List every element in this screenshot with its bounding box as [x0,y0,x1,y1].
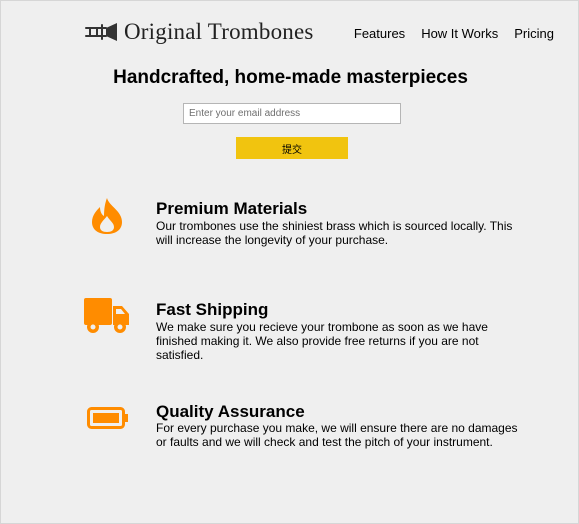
hero-title: Handcrafted, home-made masterpieces [113,67,468,88]
submit-button[interactable]: 提交 [236,137,348,159]
brand-logo[interactable]: Original Trombones [84,19,314,45]
trombone-icon [84,21,118,43]
site-header: Original Trombones Features How It Works… [1,1,579,65]
truck-icon [84,298,130,339]
nav-link-how-it-works[interactable]: How It Works [421,26,498,41]
feature-description: We make sure you recieve your trombone a… [156,320,488,362]
feature-description: For every purchase you make, we will ens… [156,421,518,449]
main-nav: Features How It Works Pricing [354,26,554,41]
nav-link-features[interactable]: Features [354,26,405,41]
battery-icon [87,407,129,434]
nav-link-pricing[interactable]: Pricing [514,26,554,41]
brand-name: Original Trombones [124,19,314,44]
feature-description: Our trombones use the shiniest brass whi… [156,219,513,247]
feature-title: Fast Shipping [156,300,269,319]
feature-title: Premium Materials [156,199,308,218]
email-input[interactable] [183,103,401,124]
fire-icon [90,197,124,240]
feature-title: Quality Assurance [156,402,305,421]
